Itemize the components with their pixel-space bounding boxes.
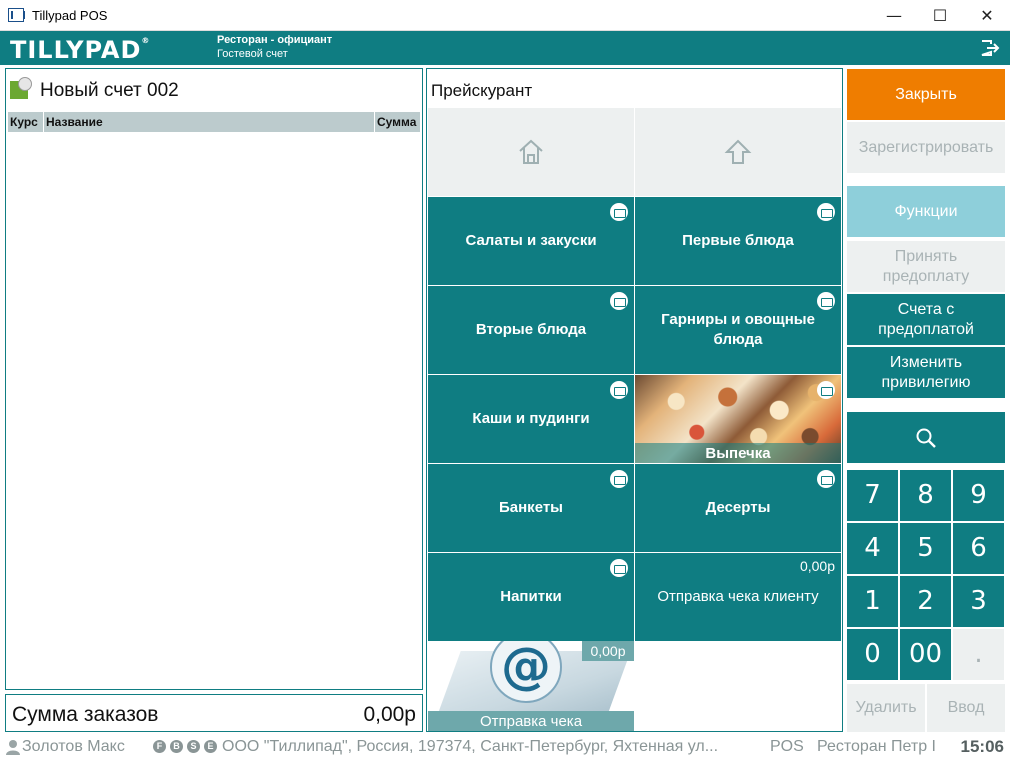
order-panel: Новый счет 002 Курс Название Сумма (5, 68, 423, 690)
app-window: Tillypad POS — ☐ ✕ TILLYPAD® Ресторан - … (0, 0, 1010, 761)
close-window-button[interactable]: ✕ (964, 0, 1010, 31)
key-7[interactable]: 7 (847, 470, 898, 521)
search-button[interactable] (847, 412, 1005, 463)
badge-s: S (187, 740, 200, 753)
badge-f: F (153, 740, 166, 753)
bill-icon (10, 77, 32, 99)
header-mode: Гостевой счет (217, 48, 288, 60)
folder-icon (610, 381, 628, 399)
tillypad-logo: TILLYPAD® (10, 36, 151, 64)
key-9[interactable]: 9 (953, 470, 1004, 521)
folder-icon (610, 559, 628, 577)
folder-icon (610, 203, 628, 221)
badge-b: B (170, 740, 183, 753)
user-icon (6, 740, 20, 755)
key-0[interactable]: 0 (847, 629, 898, 680)
key-6[interactable]: 6 (953, 523, 1004, 574)
clock: 15:06 (960, 737, 1004, 756)
terminal-mode: POS (770, 738, 804, 755)
category-main-courses[interactable]: Вторые блюда (428, 286, 634, 374)
category-desserts[interactable]: Десерты (635, 464, 841, 552)
order-table-header: Курс Название Сумма (8, 112, 420, 132)
close-bill-button[interactable]: Закрыть (847, 69, 1005, 120)
key-5[interactable]: 5 (900, 523, 951, 574)
column-course: Курс (10, 115, 38, 129)
category-porridges[interactable]: Каши и пудинги (428, 375, 634, 463)
column-name: Название (46, 115, 103, 129)
accept-prepayment-button[interactable]: Принять предоплату (847, 241, 1005, 292)
folder-icon (610, 470, 628, 488)
register-button[interactable]: Зарегистрировать (847, 122, 1005, 173)
item-price: 0,00р (582, 641, 634, 661)
title-bar: Tillypad POS — ☐ ✕ (0, 0, 1010, 31)
folder-icon (817, 470, 835, 488)
send-receipt-client-item[interactable]: Отправка чека клиенту 0,00р (635, 553, 841, 641)
folder-icon (817, 203, 835, 221)
arrow-up-icon (724, 139, 752, 164)
item-price: 0,00р (799, 558, 835, 574)
prepaid-bills-button[interactable]: Счета с предоплатой (847, 294, 1005, 345)
key-3[interactable]: 3 (953, 576, 1004, 627)
key-decimal[interactable]: . (953, 629, 1004, 680)
category-salads[interactable]: Салаты и закуски (428, 197, 634, 285)
order-total-value: 0,00р (363, 703, 416, 726)
pricelist-title: Прейскурант (431, 81, 533, 100)
home-icon (519, 139, 543, 164)
functions-button[interactable]: Функции (847, 186, 1005, 237)
send-receipt-item[interactable]: @ 0,00р Отправка чека (428, 641, 634, 731)
category-soups[interactable]: Первые блюда (635, 197, 841, 285)
app-icon (8, 8, 25, 22)
search-icon (916, 428, 936, 448)
key-8[interactable]: 8 (900, 470, 951, 521)
folder-icon (817, 292, 835, 310)
home-button[interactable] (428, 108, 634, 196)
order-title: Новый счет 002 (40, 80, 179, 101)
column-sum: Сумма (377, 115, 417, 129)
category-drinks[interactable]: Напитки (428, 553, 634, 641)
logout-icon[interactable] (980, 39, 1000, 57)
folder-icon (817, 381, 835, 399)
key-00[interactable]: 00 (900, 629, 951, 680)
minimize-button[interactable]: — (871, 0, 917, 31)
key-4[interactable]: 4 (847, 523, 898, 574)
current-user: Золотов Макс (22, 738, 125, 755)
order-total-label: Сумма заказов (12, 703, 159, 726)
category-sides[interactable]: Гарниры и овощные блюда (635, 286, 841, 374)
pricelist-panel: Прейскурант Салаты и закуски Первые блюд… (426, 68, 843, 732)
maximize-button[interactable]: ☐ (917, 0, 963, 31)
header-workplace: Ресторан - официант (217, 34, 333, 46)
change-privilege-button[interactable]: Изменить привилегию (847, 347, 1005, 398)
company-info: ООО "Тиллипад", Россия, 197374, Санкт-Пе… (222, 738, 719, 755)
status-bar: Золотов Макс F B S E ООО "Тиллипад", Рос… (0, 735, 1010, 761)
key-2[interactable]: 2 (900, 576, 951, 627)
key-1[interactable]: 1 (847, 576, 898, 627)
app-header: TILLYPAD® Ресторан - официант Гостевой с… (0, 31, 1010, 65)
enter-button[interactable]: Ввод (927, 684, 1005, 732)
order-total-panel: Сумма заказов 0,00р (5, 694, 423, 732)
badge-e: E (204, 740, 217, 753)
category-pastry[interactable]: Выпечка (635, 375, 841, 463)
window-title: Tillypad POS (32, 8, 108, 23)
category-banquets[interactable]: Банкеты (428, 464, 634, 552)
folder-icon (610, 292, 628, 310)
delete-button[interactable]: Удалить (847, 684, 925, 732)
restaurant-name: Ресторан Петр I (817, 738, 936, 755)
up-button[interactable] (635, 108, 841, 196)
